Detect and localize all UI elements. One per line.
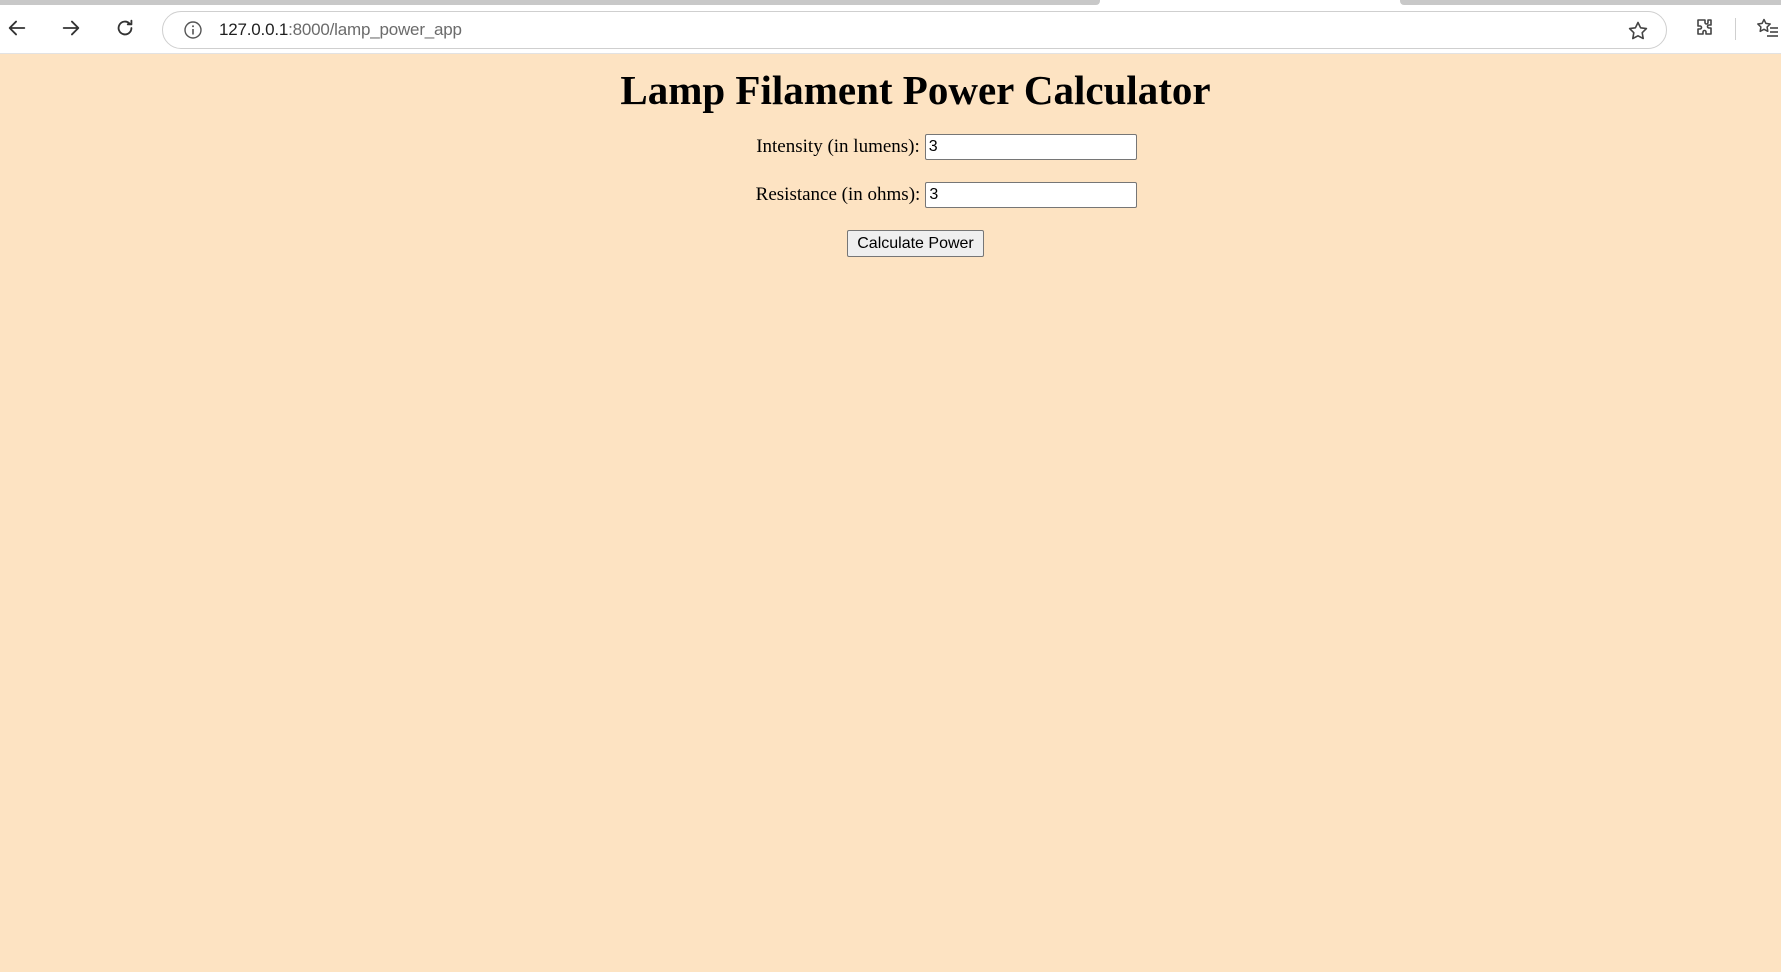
button-row: Calculate Power <box>0 230 1781 257</box>
page-content: Lamp Filament Power Calculator Intensity… <box>0 54 1781 257</box>
resistance-label: Resistance (in ohms): <box>755 184 921 205</box>
calculate-power-button[interactable]: Calculate Power <box>847 230 984 257</box>
url-text[interactable]: 127.0.0.1:8000/lamp_power_app <box>219 20 462 40</box>
reload-icon <box>117 19 133 36</box>
tab-strip <box>0 0 1100 5</box>
toolbar-divider <box>1735 18 1736 40</box>
info-icon[interactable] <box>183 20 203 40</box>
reload-button[interactable] <box>110 13 140 43</box>
address-bar[interactable]: 127.0.0.1:8000/lamp_power_app <box>162 11 1667 49</box>
extensions-icon[interactable] <box>1693 16 1717 40</box>
url-host: 127.0.0.1 <box>219 20 289 39</box>
favorites-icon[interactable] <box>1755 16 1779 40</box>
resistance-input[interactable] <box>925 182 1138 208</box>
url-path: :8000/lamp_power_app <box>288 20 462 39</box>
page-title: Lamp Filament Power Calculator <box>620 67 1211 113</box>
intensity-row: Intensity (in lumens): <box>0 134 1781 160</box>
forward-button[interactable] <box>56 13 86 43</box>
back-button[interactable] <box>2 13 32 43</box>
intensity-label: Intensity (in lumens): <box>756 136 920 157</box>
resistance-row: Resistance (in ohms): <box>0 182 1781 208</box>
tab-strip-right <box>1400 0 1781 5</box>
bookmark-star-icon[interactable] <box>1626 19 1650 43</box>
intensity-input[interactable] <box>924 134 1137 160</box>
arrow-right-icon <box>62 20 80 36</box>
arrow-left-icon <box>8 20 26 36</box>
browser-toolbar: 127.0.0.1:8000/lamp_power_app <box>0 0 1781 54</box>
